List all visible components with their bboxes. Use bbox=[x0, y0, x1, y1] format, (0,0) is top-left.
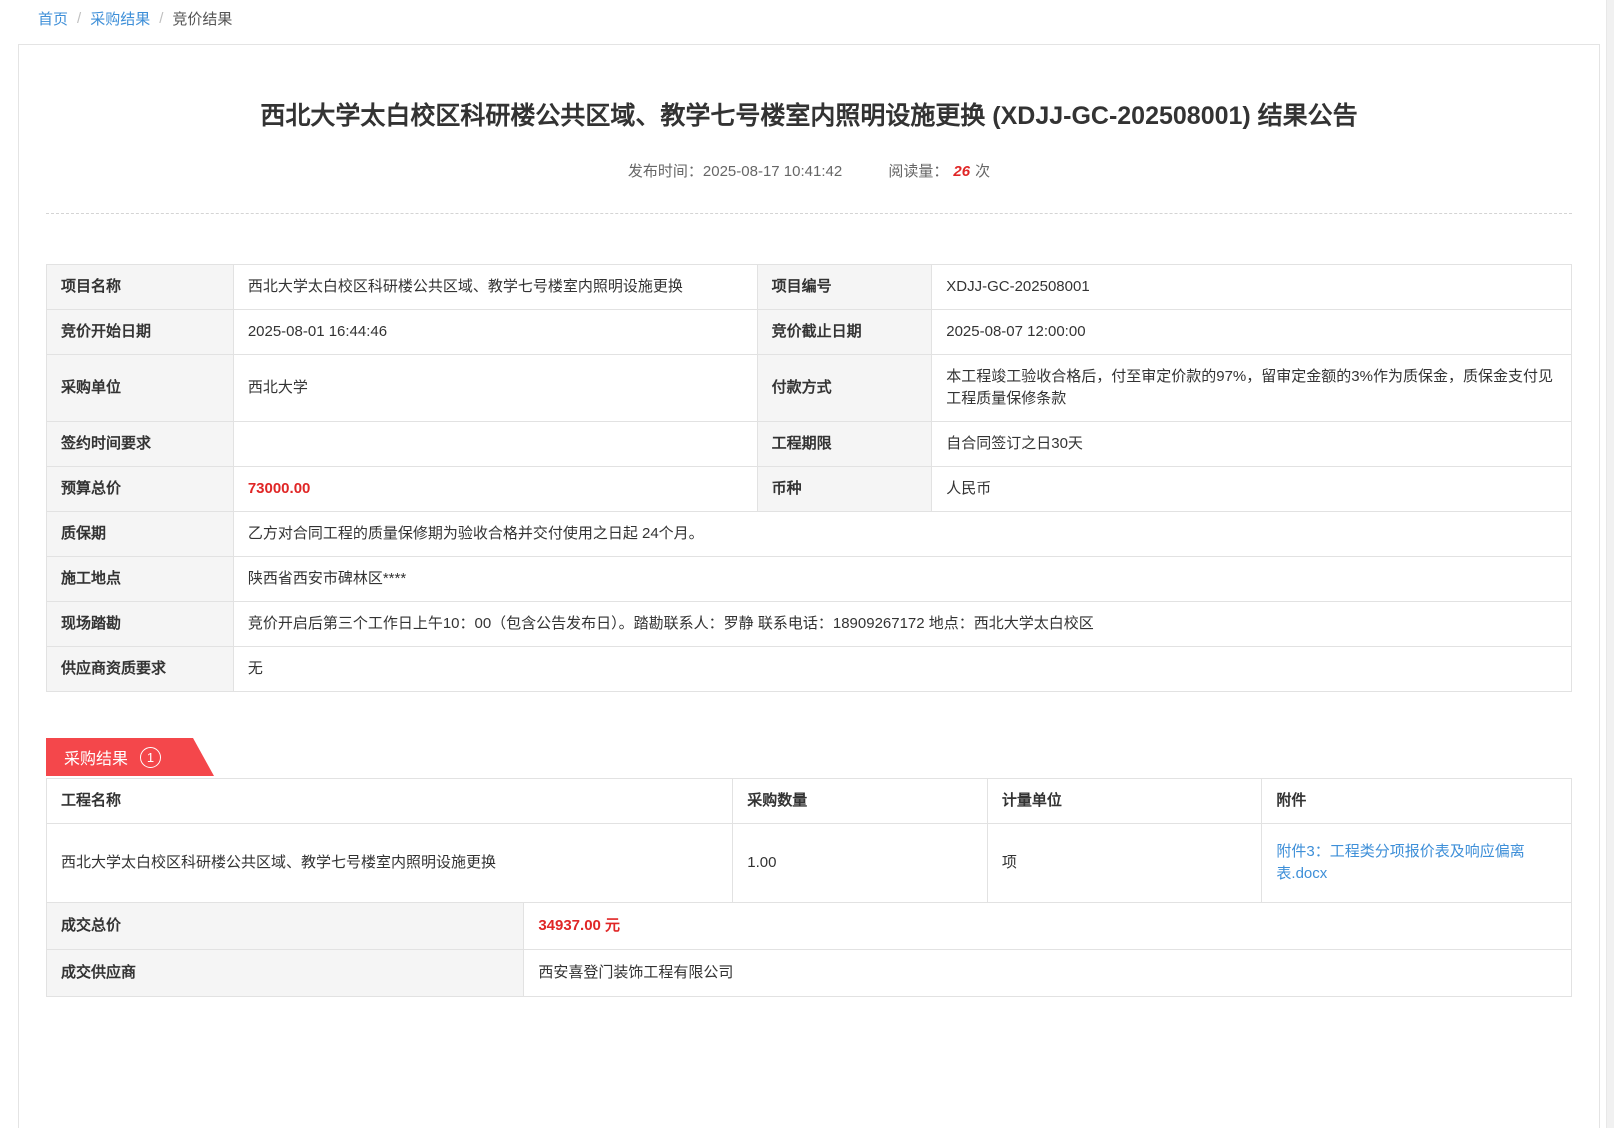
sign-time-label: 签约时间要求 bbox=[47, 422, 234, 467]
qualification-label: 供应商资质要求 bbox=[47, 647, 234, 692]
table-row: 现场踏勘 竞价开启后第三个工作日上午10：00（包含公告发布日）。踏勘联系人：罗… bbox=[47, 602, 1572, 647]
site-label: 施工地点 bbox=[47, 557, 234, 602]
table-row: 采购单位 西北大学 付款方式 本工程竣工验收合格后，付至审定价款的97%，留审定… bbox=[47, 355, 1572, 422]
sign-time-value bbox=[233, 422, 757, 467]
purchaser-label: 采购单位 bbox=[47, 355, 234, 422]
table-row: 西北大学太白校区科研楼公共区域、教学七号楼室内照明设施更换 1.00 项 附件3… bbox=[47, 824, 1572, 903]
result-table: 工程名称 采购数量 计量单位 附件 西北大学太白校区科研楼公共区域、教学七号楼室… bbox=[46, 778, 1572, 903]
result-ribbon-label: 采购结果 bbox=[64, 745, 128, 769]
result-header-quantity: 采购数量 bbox=[733, 779, 988, 824]
announcement-card: 西北大学太白校区科研楼公共区域、教学七号楼室内照明设施更换 (XDJJ-GC-2… bbox=[18, 44, 1600, 1128]
table-row: 施工地点 陕西省西安市碑林区**** bbox=[47, 557, 1572, 602]
warranty-value: 乙方对合同工程的质量保修期为验收合格并交付使用之日起 24个月。 bbox=[233, 512, 1571, 557]
project-no-label: 项目编号 bbox=[757, 265, 932, 310]
result-header-unit: 计量单位 bbox=[987, 779, 1262, 824]
page-title: 西北大学太白校区科研楼公共区域、教学七号楼室内照明设施更换 (XDJJ-GC-2… bbox=[46, 99, 1572, 133]
survey-label: 现场踏勘 bbox=[47, 602, 234, 647]
supplier-label: 成交供应商 bbox=[47, 950, 524, 997]
result-unit: 项 bbox=[987, 824, 1262, 903]
result-count-badge: 1 bbox=[140, 747, 161, 768]
bid-end-value: 2025-08-07 12:00:00 bbox=[932, 310, 1572, 355]
table-row: 质保期 乙方对合同工程的质量保修期为验收合格并交付使用之日起 24个月。 bbox=[47, 512, 1572, 557]
read-count-value: 26 bbox=[953, 163, 970, 180]
purchaser-value: 西北大学 bbox=[233, 355, 757, 422]
table-row: 成交供应商 西安喜登门装饰工程有限公司 bbox=[47, 950, 1572, 997]
deal-summary-table: 成交总价 34937.00 元 成交供应商 西安喜登门装饰工程有限公司 bbox=[46, 902, 1572, 997]
warranty-label: 质保期 bbox=[47, 512, 234, 557]
read-count-label: 阅读量： bbox=[888, 163, 948, 180]
bid-start-value: 2025-08-01 16:44:46 bbox=[233, 310, 757, 355]
site-value: 陕西省西安市碑林区**** bbox=[233, 557, 1571, 602]
publish-time-label: 发布时间： bbox=[628, 163, 703, 180]
budget-label: 预算总价 bbox=[47, 467, 234, 512]
page: 首页 / 采购结果 / 竞价结果 西北大学太白校区科研楼公共区域、教学七号楼室内… bbox=[0, 0, 1614, 1128]
duration-label: 工程期限 bbox=[757, 422, 932, 467]
project-no-value: XDJJ-GC-202508001 bbox=[932, 265, 1572, 310]
qualification-value: 无 bbox=[233, 647, 1571, 692]
result-quantity: 1.00 bbox=[733, 824, 988, 903]
result-header-name: 工程名称 bbox=[47, 779, 733, 824]
project-info-table: 项目名称 西北大学太白校区科研楼公共区域、教学七号楼室内照明设施更换 项目编号 … bbox=[46, 264, 1572, 692]
table-row: 签约时间要求 工程期限 自合同签订之日30天 bbox=[47, 422, 1572, 467]
result-section-ribbon: 采购结果 1 bbox=[46, 738, 214, 776]
breadcrumb-purchase-results-link[interactable]: 采购结果 bbox=[90, 8, 150, 29]
supplier-value: 西安喜登门装饰工程有限公司 bbox=[524, 950, 1572, 997]
breadcrumb-separator: / bbox=[77, 10, 81, 27]
bid-start-label: 竞价开始日期 bbox=[47, 310, 234, 355]
breadcrumb-separator: / bbox=[159, 10, 163, 27]
total-price-label: 成交总价 bbox=[47, 903, 524, 950]
payment-label: 付款方式 bbox=[757, 355, 932, 422]
publish-info: 发布时间：2025-08-17 10:41:42 阅读量： 26 次 bbox=[46, 160, 1572, 181]
table-header-row: 工程名称 采购数量 计量单位 附件 bbox=[47, 779, 1572, 824]
breadcrumb: 首页 / 采购结果 / 竞价结果 bbox=[38, 8, 232, 29]
result-header-attachment: 附件 bbox=[1262, 779, 1572, 824]
attachment-link[interactable]: 附件3：工程类分项报价表及响应偏离表.docx bbox=[1276, 841, 1557, 885]
result-attachment-cell: 附件3：工程类分项报价表及响应偏离表.docx bbox=[1262, 824, 1572, 903]
project-name-label: 项目名称 bbox=[47, 265, 234, 310]
payment-value: 本工程竣工验收合格后，付至审定价款的97%，留审定金额的3%作为质保金，质保金支… bbox=[932, 355, 1572, 422]
result-project-name: 西北大学太白校区科研楼公共区域、教学七号楼室内照明设施更换 bbox=[47, 824, 733, 903]
currency-label: 币种 bbox=[757, 467, 932, 512]
breadcrumb-current: 竞价结果 bbox=[172, 8, 232, 29]
table-row: 预算总价 73000.00 币种 人民币 bbox=[47, 467, 1572, 512]
project-name-value: 西北大学太白校区科研楼公共区域、教学七号楼室内照明设施更换 bbox=[233, 265, 757, 310]
breadcrumb-home-link[interactable]: 首页 bbox=[38, 8, 68, 29]
currency-value: 人民币 bbox=[932, 467, 1572, 512]
table-row: 竞价开始日期 2025-08-01 16:44:46 竞价截止日期 2025-0… bbox=[47, 310, 1572, 355]
table-row: 项目名称 西北大学太白校区科研楼公共区域、教学七号楼室内照明设施更换 项目编号 … bbox=[47, 265, 1572, 310]
survey-value: 竞价开启后第三个工作日上午10：00（包含公告发布日）。踏勘联系人：罗静 联系电… bbox=[233, 602, 1571, 647]
dashed-divider bbox=[46, 213, 1572, 214]
table-row: 成交总价 34937.00 元 bbox=[47, 903, 1572, 950]
budget-value: 73000.00 bbox=[233, 467, 757, 512]
publish-time-value: 2025-08-17 10:41:42 bbox=[703, 163, 842, 180]
bid-end-label: 竞价截止日期 bbox=[757, 310, 932, 355]
read-count-unit: 次 bbox=[975, 163, 990, 180]
table-row: 供应商资质要求 无 bbox=[47, 647, 1572, 692]
total-price-value: 34937.00 元 bbox=[524, 903, 1572, 950]
scrollbar-track[interactable] bbox=[1606, 0, 1614, 1128]
duration-value: 自合同签订之日30天 bbox=[932, 422, 1572, 467]
